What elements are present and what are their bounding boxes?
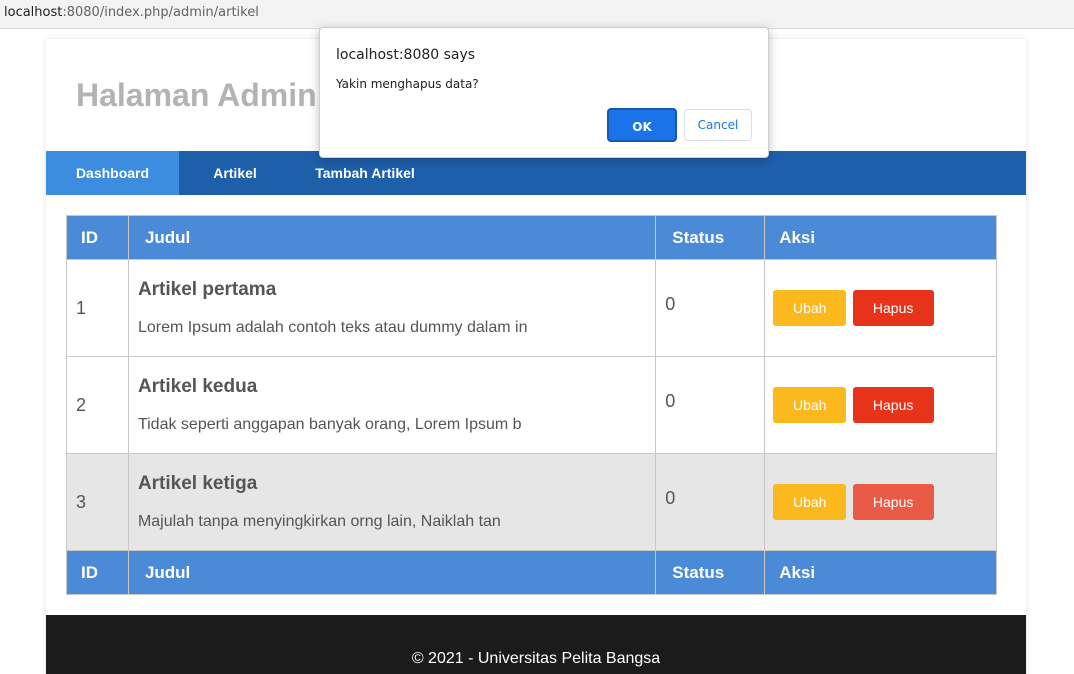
status-value: 0 <box>665 487 676 508</box>
dialog-message: Yakin menghapus data? <box>336 77 479 91</box>
article-title: Artikel ketiga <box>137 473 258 494</box>
col-header-judul: Judul <box>127 215 657 260</box>
article-title: Artikel kedua <box>137 376 258 397</box>
edit-button[interactable]: Ubah <box>773 484 847 520</box>
article-excerpt: Tidak seperti anggapan banyak orang, Lor… <box>137 416 522 433</box>
delete-button[interactable]: Hapus <box>852 484 934 520</box>
status-value: 0 <box>665 293 676 314</box>
row-judul: Artikel kedua Tidak seperti anggapan ban… <box>127 356 657 454</box>
page-title: Halaman Admin <box>76 77 317 113</box>
delete-button[interactable]: Hapus <box>852 387 934 423</box>
row-actions: Ubah Hapus <box>764 356 997 454</box>
col-footer-judul: Judul <box>127 550 657 595</box>
delete-button[interactable]: Hapus <box>852 290 934 326</box>
row-id: 2 <box>66 356 129 454</box>
nav-artikel[interactable]: Artikel <box>179 151 291 195</box>
cancel-button[interactable]: Cancel <box>684 109 752 141</box>
row-actions: Ubah Hapus <box>764 259 997 357</box>
address-bar[interactable]: localhost:8080/index.php/admin/artikel <box>0 0 1074 29</box>
row-judul: Artikel pertama Lorem Ipsum adalah conto… <box>127 259 657 357</box>
table-row: 2 Artikel kedua Tidak seperti anggapan b… <box>66 356 997 454</box>
row-status: 0 <box>655 259 766 357</box>
col-footer-aksi: Aksi <box>764 550 997 595</box>
table-row: 1 Artikel pertama Lorem Ipsum adalah con… <box>66 259 997 357</box>
table-row: 3 Artikel ketiga Majulah tanpa menyingki… <box>66 453 997 551</box>
ok-button[interactable]: OK <box>607 108 677 142</box>
col-header-id: ID <box>66 215 129 260</box>
col-header-status: Status <box>655 215 766 260</box>
col-header-aksi: Aksi <box>764 215 997 260</box>
row-id: 1 <box>66 259 129 357</box>
row-status: 0 <box>655 356 766 454</box>
edit-button[interactable]: Ubah <box>773 290 847 326</box>
table-footer-row: ID Judul Status Aksi <box>66 550 997 595</box>
page-footer: © 2021 - Universitas Pelita Bangsa <box>46 615 1026 674</box>
url-path: :8080/index.php/admin/artikel <box>62 5 259 20</box>
articles-table: ID Judul Status Aksi 1 Artikel pertama L… <box>66 215 997 595</box>
confirm-dialog: localhost:8080 says Yakin menghapus data… <box>319 27 769 158</box>
url-host: localhost <box>4 5 63 20</box>
col-footer-id: ID <box>66 550 129 595</box>
row-actions: Ubah Hapus <box>764 453 997 551</box>
article-title: Artikel pertama <box>137 279 277 300</box>
col-footer-status: Status <box>655 550 766 595</box>
status-value: 0 <box>665 390 676 411</box>
row-status: 0 <box>655 453 766 551</box>
edit-button[interactable]: Ubah <box>773 387 847 423</box>
nav-dashboard[interactable]: Dashboard <box>46 151 179 195</box>
dialog-title: localhost:8080 says <box>336 47 476 63</box>
table-header-row: ID Judul Status Aksi <box>66 215 997 260</box>
footer-text: © 2021 - Universitas Pelita Bangsa <box>411 650 661 667</box>
article-excerpt: Majulah tanpa menyingkirkan orng lain, N… <box>137 513 501 530</box>
row-judul: Artikel ketiga Majulah tanpa menyingkirk… <box>127 453 657 551</box>
article-excerpt: Lorem Ipsum adalah contoh teks atau dumm… <box>137 319 528 336</box>
row-id: 3 <box>66 453 129 551</box>
